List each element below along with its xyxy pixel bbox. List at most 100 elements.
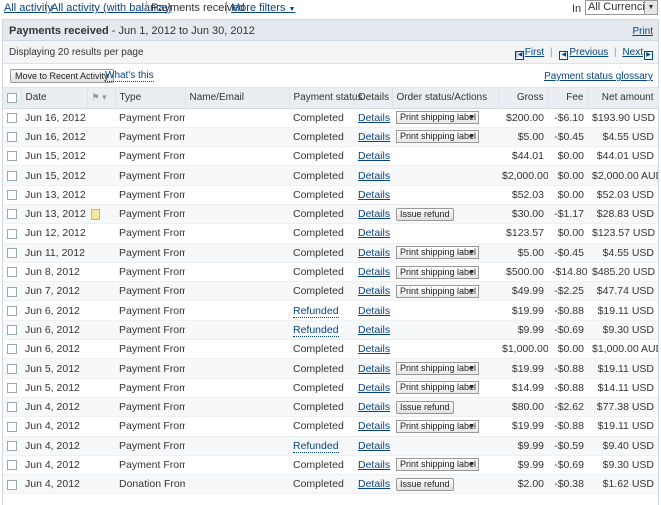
details-link[interactable]: Details <box>358 305 390 317</box>
row-checkbox[interactable] <box>7 344 17 355</box>
details-link[interactable]: Details <box>358 227 390 239</box>
row-checkbox[interactable] <box>7 402 17 413</box>
note-icon[interactable] <box>91 208 100 220</box>
fee-cell: -$0.88 <box>548 358 588 379</box>
details-link[interactable]: Details <box>358 285 390 297</box>
print-shipping-label-select[interactable]: Print shipping label ▼ <box>396 246 479 260</box>
payment-status-value[interactable]: Refunded <box>293 304 339 318</box>
details-link[interactable]: Details <box>358 343 390 355</box>
row-checkbox[interactable] <box>7 305 17 316</box>
details-link[interactable]: Details <box>358 478 390 490</box>
payment-status-glossary-link[interactable]: Payment status glossary <box>544 71 653 82</box>
row-checkbox[interactable] <box>7 112 17 123</box>
details-link[interactable]: Details <box>358 189 390 201</box>
net-amount-cell: $1,000.00 AUD <box>588 339 658 360</box>
details-link[interactable]: Details <box>358 459 390 471</box>
row-checkbox[interactable] <box>7 286 17 297</box>
print-shipping-label-select[interactable]: Print shipping label ▼ <box>396 362 479 375</box>
print-shipping-label-select[interactable]: Print shipping label ▼ <box>396 111 479 125</box>
first-page-icon[interactable]: |◀ <box>514 51 524 60</box>
print-shipping-label-select[interactable]: Print shipping label ▼ <box>396 419 479 433</box>
issue-refund-button[interactable]: Issue refund <box>396 207 454 221</box>
type-header[interactable]: Type <box>115 88 186 109</box>
print-shipping-label-select[interactable]: Print shipping label ▼ <box>396 458 479 472</box>
details-link[interactable]: Details <box>358 420 390 432</box>
name-email-header[interactable]: Name/Email <box>185 88 290 109</box>
payment-status-value[interactable]: Refunded <box>293 439 339 453</box>
date-cell: Jun 13, 2012 <box>21 204 87 225</box>
details-link[interactable]: Details <box>358 440 390 452</box>
row-checkbox[interactable] <box>7 440 17 451</box>
print-shipping-label-select[interactable]: Print shipping label ▼ <box>396 265 479 279</box>
whats-this-link[interactable]: What's this <box>105 70 154 82</box>
type-cell: Payment From <box>115 300 185 321</box>
row-checkbox[interactable] <box>7 132 17 143</box>
chevron-down-icon: ▼ <box>468 133 475 141</box>
next-page-icon[interactable]: ▶ <box>644 51 653 60</box>
row-checkbox[interactable] <box>7 363 17 374</box>
type-cell: Payment From <box>115 378 185 398</box>
flag-cell <box>87 378 115 398</box>
type-cell: Payment From <box>115 436 185 456</box>
row-checkbox[interactable] <box>7 190 17 201</box>
print-shipping-label-text: Print shipping label <box>400 266 477 277</box>
date-header[interactable]: Date <box>21 88 88 109</box>
payment-status-cell: Completed <box>289 455 354 476</box>
previous-page-icon[interactable]: ◀ <box>559 51 569 60</box>
gross-header[interactable]: Gross <box>498 88 549 109</box>
row-checkbox[interactable] <box>7 383 17 394</box>
previous-link[interactable]: Previous <box>569 47 608 58</box>
select-all-checkbox[interactable] <box>7 92 17 103</box>
row-checkbox[interactable] <box>7 151 17 162</box>
print-shipping-label-select[interactable]: Print shipping label ▼ <box>396 130 479 144</box>
flag-cell <box>87 127 115 148</box>
details-link[interactable]: Details <box>358 324 390 336</box>
row-checkbox[interactable] <box>7 228 17 239</box>
next-link[interactable]: Next <box>622 47 643 58</box>
type-cell: Payment From <box>115 339 185 360</box>
flag-header[interactable]: ⚑ ▾ <box>87 88 116 109</box>
row-checkbox[interactable] <box>7 460 17 471</box>
details-cell: Details <box>354 185 392 205</box>
details-link[interactable]: Details <box>358 247 390 259</box>
print-shipping-label-select[interactable]: Print shipping label ▼ <box>396 284 479 298</box>
details-link[interactable]: Details <box>358 382 390 394</box>
currency-select[interactable]: All Currencies ▼ <box>585 0 658 15</box>
row-checkbox[interactable] <box>7 209 17 220</box>
issue-refund-button[interactable]: Issue refund <box>396 400 454 414</box>
pager-divider: | <box>549 47 553 58</box>
details-link[interactable]: Details <box>358 363 390 375</box>
details-link[interactable]: Details <box>358 266 390 278</box>
details-link[interactable]: Details <box>358 208 390 220</box>
details-cell: Details <box>354 397 392 418</box>
row-checkbox[interactable] <box>7 247 17 258</box>
nav-divider <box>226 1 227 14</box>
print-link[interactable]: Print <box>632 26 653 37</box>
issue-refund-button[interactable]: Issue refund <box>396 477 454 491</box>
payment-status-header[interactable]: Payment status <box>289 88 362 109</box>
fee-header[interactable]: Fee <box>548 88 589 109</box>
type-cell: Payment From <box>115 146 185 167</box>
details-link[interactable]: Details <box>358 131 390 143</box>
net-amount-header[interactable]: Net amount <box>588 88 659 109</box>
row-checkbox[interactable] <box>7 421 17 432</box>
net-amount-cell: $9.40 USD <box>588 436 658 456</box>
more-filters-link[interactable]: More filters ▼ <box>231 2 295 14</box>
chevron-down-icon: ▼ <box>468 287 475 295</box>
row-checkbox[interactable] <box>7 170 17 181</box>
row-checkbox[interactable] <box>7 325 17 336</box>
details-link[interactable]: Details <box>358 112 390 124</box>
table-row: Jun 4, 2012 Payment From Refunded Details $9… <box>3 436 658 456</box>
row-checkbox[interactable] <box>7 479 17 490</box>
payment-status-value[interactable]: Refunded <box>293 323 339 337</box>
details-link[interactable]: Details <box>358 170 390 182</box>
details-link[interactable]: Details <box>358 150 390 162</box>
first-link[interactable]: First <box>525 47 544 58</box>
net-amount-cell: $9.30 USD <box>588 455 658 476</box>
top-nav: All activity All activity (with balance)… <box>0 0 661 16</box>
row-select-cell <box>3 204 21 225</box>
details-link[interactable]: Details <box>358 401 390 413</box>
row-checkbox[interactable] <box>7 267 17 278</box>
print-shipping-label-select[interactable]: Print shipping label ▼ <box>396 381 479 395</box>
move-to-recent-activity-button[interactable]: Move to Recent Activity <box>10 69 114 83</box>
